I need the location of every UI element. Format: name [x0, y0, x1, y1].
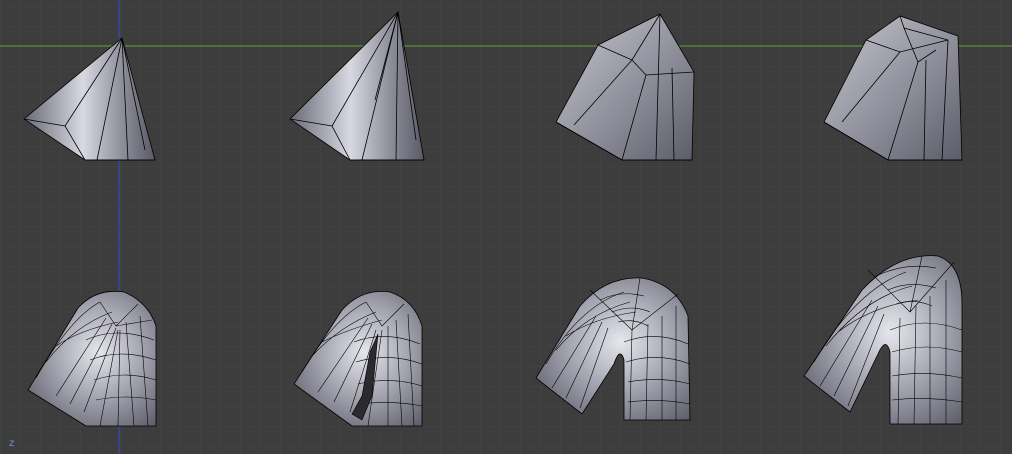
axis-label: z — [9, 438, 15, 449]
viewport-canvas[interactable] — [0, 0, 1012, 454]
3d-viewport[interactable]: z — [0, 0, 1012, 454]
